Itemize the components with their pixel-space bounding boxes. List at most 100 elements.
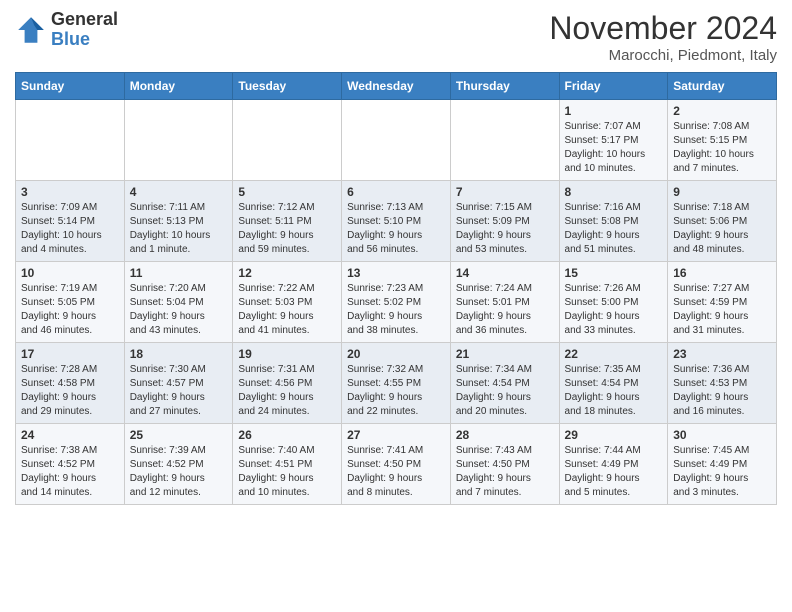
logo-text: General Blue [51, 10, 118, 50]
calendar-week-1: 1 Sunrise: 7:07 AM Sunset: 5:17 PM Daylig… [16, 100, 777, 181]
calendar-body: 1 Sunrise: 7:07 AM Sunset: 5:17 PM Daylig… [16, 100, 777, 505]
day-number: 17 [21, 347, 119, 361]
calendar-week-2: 3Sunrise: 7:09 AM Sunset: 5:14 PM Daylig… [16, 181, 777, 262]
calendar-cell: 21 Sunrise: 7:34 AM Sunset: 4:54 PM Dayli… [450, 343, 559, 424]
day-info: Sunrise: 7:45 AM Sunset: 4:49 PM Dayligh… [673, 444, 771, 500]
day-info: Sunrise: 7:26 AM Sunset: 5:00 PM Dayligh… [565, 282, 663, 338]
calendar-cell: 23 Sunrise: 7:36 AM Sunset: 4:53 PM Dayli… [668, 343, 777, 424]
day-number: 27 [347, 428, 445, 442]
day-info: Sunrise: 7:16 AM Sunset: 5:08 PM Dayligh… [565, 201, 663, 257]
day-number: 22 [565, 347, 663, 361]
day-number: 14 [456, 266, 554, 280]
day-number: 3 [21, 185, 119, 199]
calendar-cell: 29 Sunrise: 7:44 AM Sunset: 4:49 PM Dayli… [559, 424, 668, 505]
weekday-header-row: SundayMondayTuesdayWednesdayThursdayFrid… [16, 73, 777, 100]
day-info: Sunrise: 7:23 AM Sunset: 5:02 PM Dayligh… [347, 282, 445, 338]
calendar-week-4: 17 Sunrise: 7:28 AM Sunset: 4:58 PM Dayli… [16, 343, 777, 424]
day-number: 20 [347, 347, 445, 361]
calendar-cell: 16 Sunrise: 7:27 AM Sunset: 4:59 PM Dayli… [668, 262, 777, 343]
weekday-header-monday: Monday [124, 73, 233, 100]
calendar-cell: 18Sunrise: 7:30 AM Sunset: 4:57 PM Dayli… [124, 343, 233, 424]
calendar-cell [16, 100, 125, 181]
weekday-header-thursday: Thursday [450, 73, 559, 100]
calendar-week-3: 10 Sunrise: 7:19 AM Sunset: 5:05 PM Dayli… [16, 262, 777, 343]
day-number: 23 [673, 347, 771, 361]
title-block: November 2024 Marocchi, Piedmont, Italy [549, 10, 777, 64]
day-number: 13 [347, 266, 445, 280]
day-info: Sunrise: 7:28 AM Sunset: 4:58 PM Dayligh… [21, 363, 119, 419]
calendar-cell: 27 Sunrise: 7:41 AM Sunset: 4:50 PM Dayli… [342, 424, 451, 505]
calendar-cell [342, 100, 451, 181]
day-number: 24 [21, 428, 119, 442]
calendar-cell: 25 Sunrise: 7:39 AM Sunset: 4:52 PM Dayli… [124, 424, 233, 505]
day-info: Sunrise: 7:15 AM Sunset: 5:09 PM Dayligh… [456, 201, 554, 257]
weekday-header-tuesday: Tuesday [233, 73, 342, 100]
calendar-cell: 4Sunrise: 7:11 AM Sunset: 5:13 PM Daylig… [124, 181, 233, 262]
weekday-header-wednesday: Wednesday [342, 73, 451, 100]
calendar-cell: 12Sunrise: 7:22 AM Sunset: 5:03 PM Dayli… [233, 262, 342, 343]
calendar-cell: 22 Sunrise: 7:35 AM Sunset: 4:54 PM Dayli… [559, 343, 668, 424]
calendar-cell [124, 100, 233, 181]
day-number: 1 [565, 104, 663, 118]
day-number: 19 [238, 347, 336, 361]
logo-blue: Blue [51, 29, 90, 49]
day-info: Sunrise: 7:31 AM Sunset: 4:56 PM Dayligh… [238, 363, 336, 419]
logo: General Blue [15, 10, 118, 50]
day-number: 6 [347, 185, 445, 199]
calendar-cell: 2Sunrise: 7:08 AM Sunset: 5:15 PM Daylig… [668, 100, 777, 181]
day-info: Sunrise: 7:43 AM Sunset: 4:50 PM Dayligh… [456, 444, 554, 500]
day-info: Sunrise: 7:24 AM Sunset: 5:01 PM Dayligh… [456, 282, 554, 338]
logo-icon [15, 14, 47, 46]
day-info: Sunrise: 7:36 AM Sunset: 4:53 PM Dayligh… [673, 363, 771, 419]
day-info: Sunrise: 7:35 AM Sunset: 4:54 PM Dayligh… [565, 363, 663, 419]
calendar-cell: 1 Sunrise: 7:07 AM Sunset: 5:17 PM Daylig… [559, 100, 668, 181]
day-info: Sunrise: 7:19 AM Sunset: 5:05 PM Dayligh… [21, 282, 119, 338]
day-info: Sunrise: 7:39 AM Sunset: 4:52 PM Dayligh… [130, 444, 228, 500]
day-info: Sunrise: 7:18 AM Sunset: 5:06 PM Dayligh… [673, 201, 771, 257]
calendar-cell: 26Sunrise: 7:40 AM Sunset: 4:51 PM Dayli… [233, 424, 342, 505]
calendar-cell: 24Sunrise: 7:38 AM Sunset: 4:52 PM Dayli… [16, 424, 125, 505]
calendar-cell: 10 Sunrise: 7:19 AM Sunset: 5:05 PM Dayli… [16, 262, 125, 343]
logo-general: General [51, 9, 118, 29]
page-header: General Blue November 2024 Marocchi, Pie… [15, 10, 777, 64]
calendar-cell: 5Sunrise: 7:12 AM Sunset: 5:11 PM Daylig… [233, 181, 342, 262]
day-info: Sunrise: 7:41 AM Sunset: 4:50 PM Dayligh… [347, 444, 445, 500]
day-info: Sunrise: 7:40 AM Sunset: 4:51 PM Dayligh… [238, 444, 336, 500]
calendar-cell: 6 Sunrise: 7:13 AM Sunset: 5:10 PM Daylig… [342, 181, 451, 262]
day-number: 21 [456, 347, 554, 361]
day-info: Sunrise: 7:34 AM Sunset: 4:54 PM Dayligh… [456, 363, 554, 419]
calendar-week-5: 24Sunrise: 7:38 AM Sunset: 4:52 PM Dayli… [16, 424, 777, 505]
calendar-cell: 30Sunrise: 7:45 AM Sunset: 4:49 PM Dayli… [668, 424, 777, 505]
weekday-header-saturday: Saturday [668, 73, 777, 100]
calendar-cell: 13 Sunrise: 7:23 AM Sunset: 5:02 PM Dayli… [342, 262, 451, 343]
day-info: Sunrise: 7:27 AM Sunset: 4:59 PM Dayligh… [673, 282, 771, 338]
day-info: Sunrise: 7:12 AM Sunset: 5:11 PM Dayligh… [238, 201, 336, 257]
day-number: 25 [130, 428, 228, 442]
day-number: 8 [565, 185, 663, 199]
day-number: 10 [21, 266, 119, 280]
calendar-cell: 15Sunrise: 7:26 AM Sunset: 5:00 PM Dayli… [559, 262, 668, 343]
calendar-cell: 7 Sunrise: 7:15 AM Sunset: 5:09 PM Daylig… [450, 181, 559, 262]
calendar-header: SundayMondayTuesdayWednesdayThursdayFrid… [16, 73, 777, 100]
calendar-cell: 8 Sunrise: 7:16 AM Sunset: 5:08 PM Daylig… [559, 181, 668, 262]
day-info: Sunrise: 7:44 AM Sunset: 4:49 PM Dayligh… [565, 444, 663, 500]
day-number: 29 [565, 428, 663, 442]
day-number: 12 [238, 266, 336, 280]
day-number: 16 [673, 266, 771, 280]
month-year-title: November 2024 [549, 10, 777, 47]
calendar-cell [450, 100, 559, 181]
day-info: Sunrise: 7:08 AM Sunset: 5:15 PM Dayligh… [673, 120, 771, 176]
weekday-header-friday: Friday [559, 73, 668, 100]
calendar-table: SundayMondayTuesdayWednesdayThursdayFrid… [15, 72, 777, 505]
calendar-cell: 14 Sunrise: 7:24 AM Sunset: 5:01 PM Dayli… [450, 262, 559, 343]
calendar-cell: 19 Sunrise: 7:31 AM Sunset: 4:56 PM Dayli… [233, 343, 342, 424]
location-subtitle: Marocchi, Piedmont, Italy [549, 47, 777, 64]
day-info: Sunrise: 7:13 AM Sunset: 5:10 PM Dayligh… [347, 201, 445, 257]
calendar-cell: 17 Sunrise: 7:28 AM Sunset: 4:58 PM Dayli… [16, 343, 125, 424]
day-number: 7 [456, 185, 554, 199]
calendar-cell: 3Sunrise: 7:09 AM Sunset: 5:14 PM Daylig… [16, 181, 125, 262]
calendar-cell: 28Sunrise: 7:43 AM Sunset: 4:50 PM Dayli… [450, 424, 559, 505]
day-info: Sunrise: 7:20 AM Sunset: 5:04 PM Dayligh… [130, 282, 228, 338]
calendar-cell: 11Sunrise: 7:20 AM Sunset: 5:04 PM Dayli… [124, 262, 233, 343]
day-info: Sunrise: 7:07 AM Sunset: 5:17 PM Dayligh… [565, 120, 663, 176]
